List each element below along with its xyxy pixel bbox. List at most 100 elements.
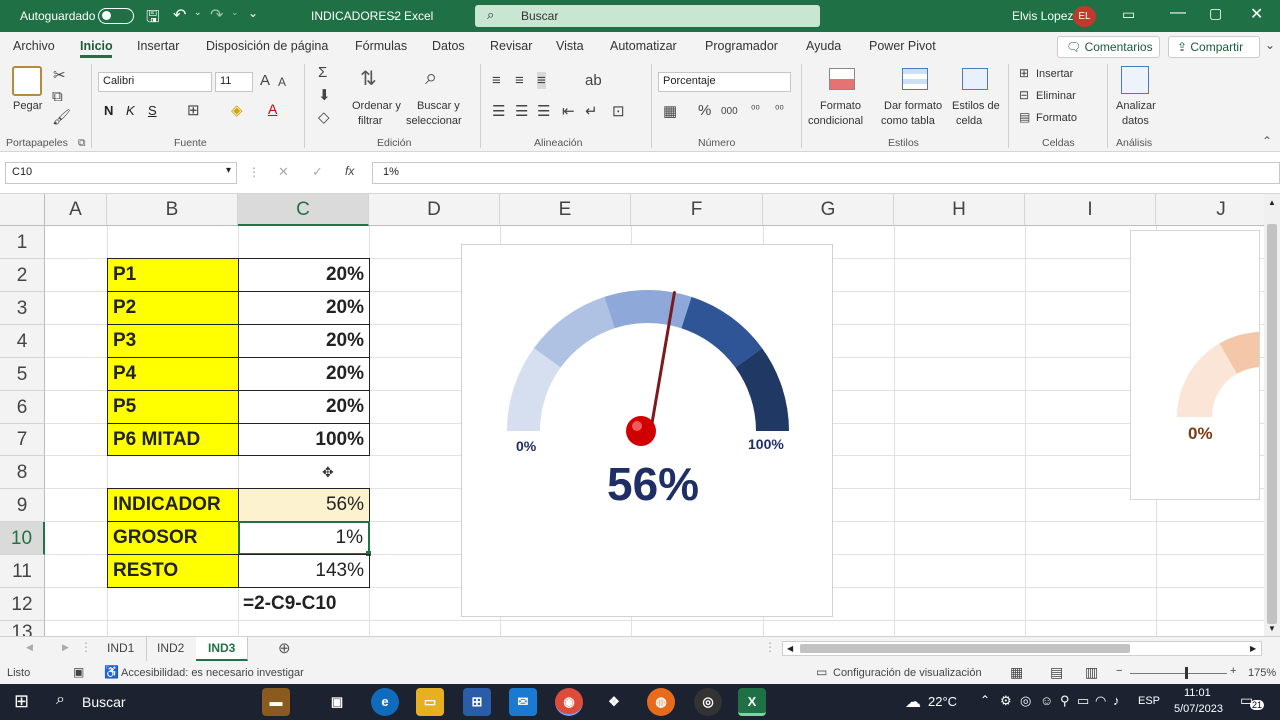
obs-icon[interactable]: ◎ <box>694 688 722 716</box>
horizontal-scroll-thumb[interactable] <box>800 644 1130 653</box>
cell-b6[interactable]: P5 <box>107 390 239 424</box>
bold-button[interactable]: N <box>104 103 113 118</box>
next-sheet-icon[interactable]: ▶ <box>62 642 69 653</box>
cond-format-label[interactable]: Formato <box>820 100 861 112</box>
col-header-g[interactable]: G <box>763 194 894 226</box>
autosum-icon[interactable]: Σ <box>318 64 327 81</box>
tab-archivo[interactable]: Archivo <box>13 39 55 53</box>
zoom-level[interactable]: 175% <box>1248 667 1276 679</box>
normal-view-icon[interactable]: ▦ <box>1010 664 1023 681</box>
vertical-scroll-thumb[interactable] <box>1267 224 1277 624</box>
sheet-tab-ind3[interactable]: IND3 <box>196 637 249 661</box>
firefox-icon[interactable]: ◍ <box>647 688 675 716</box>
cell-b11[interactable]: RESTO <box>107 554 239 588</box>
analyze-data-icon[interactable] <box>1121 66 1149 94</box>
share-dropdown-icon[interactable]: ⌄ <box>1265 38 1275 52</box>
cell-b7[interactable]: P6 MITAD <box>107 423 239 456</box>
display-settings-icon[interactable]: ▭ <box>816 665 827 679</box>
scroll-right-icon[interactable]: ▶ <box>1250 644 1256 653</box>
tab-inicio[interactable]: Inicio <box>80 39 113 53</box>
tray-icon[interactable]: ⚲ <box>1060 693 1070 709</box>
copy-icon[interactable]: ⧉ <box>52 88 63 105</box>
row-header-11[interactable]: 11 <box>0 555 45 588</box>
cell-c10[interactable]: 1% <box>238 521 370 555</box>
taskbar-search-icon[interactable]: ⌕ <box>56 691 65 709</box>
format-table-icon[interactable] <box>902 68 928 90</box>
redo-dropdown-icon[interactable]: ⌄ <box>231 7 239 18</box>
zoom-out-icon[interactable]: − <box>1116 665 1122 677</box>
tab-vista[interactable]: Vista <box>556 39 584 53</box>
select-all-corner[interactable] <box>0 194 45 226</box>
underline-button[interactable]: S <box>148 103 157 118</box>
col-header-i[interactable]: I <box>1025 194 1156 226</box>
cell-c9[interactable]: 56% <box>238 488 370 522</box>
tab-revisar[interactable]: Revisar <box>490 39 532 53</box>
number-format-dropdown[interactable]: Porcentaje <box>658 72 791 92</box>
col-header-d[interactable]: D <box>369 194 500 226</box>
task-view-icon[interactable]: ▣ <box>323 688 351 716</box>
sheet-tab-ind1[interactable]: IND1 <box>95 637 148 661</box>
chrome-icon[interactable]: ◉ <box>555 688 583 716</box>
undo-icon[interactable]: ↶ <box>173 5 186 25</box>
sort-filter-icon[interactable]: ⇅ <box>360 66 377 91</box>
enter-icon[interactable]: ✓ <box>312 164 323 180</box>
display-settings-label[interactable]: Configuración de visualización <box>833 667 982 679</box>
row-header-8[interactable]: 8 <box>0 456 45 489</box>
merge-icon[interactable]: ⊡ <box>612 102 625 120</box>
format-table-label-2[interactable]: como tabla <box>881 115 935 127</box>
insert-cells-icon[interactable]: ⊞ <box>1019 66 1029 80</box>
align-top-icon[interactable]: ≡ <box>492 72 501 89</box>
cut-icon[interactable]: ✂ <box>53 66 66 84</box>
fill-color-icon[interactable]: ◈ <box>231 101 243 119</box>
user-name[interactable]: Elvis Lopez <box>1012 9 1073 23</box>
font-name-dropdown[interactable]: Calibri <box>98 72 212 92</box>
tab-power-pivot[interactable]: Power Pivot <box>869 39 936 53</box>
avatar[interactable]: EL <box>1073 6 1096 27</box>
decrease-decimal-icon[interactable]: ⁰⁰ <box>775 103 784 116</box>
row-header-13[interactable]: 13 <box>0 621 45 636</box>
cell-c2[interactable]: 20% <box>238 258 370 292</box>
cell-c7[interactable]: 100% <box>238 423 370 456</box>
delete-label[interactable]: Eliminar <box>1036 90 1076 102</box>
clear-icon[interactable]: ◇ <box>318 108 330 126</box>
col-header-a[interactable]: A <box>45 194 107 226</box>
row-header-1[interactable]: 1 <box>0 226 45 259</box>
row-header-5[interactable]: 5 <box>0 358 45 391</box>
col-header-e[interactable]: E <box>500 194 631 226</box>
col-header-j[interactable]: J <box>1156 194 1264 226</box>
find-icon[interactable]: ⌕ <box>425 64 437 90</box>
volume-icon[interactable]: ♪ <box>1113 693 1120 708</box>
tab-datos[interactable]: Datos <box>432 39 465 53</box>
weather-icon[interactable]: ☁ <box>905 692 921 712</box>
windows-start-icon[interactable]: ⊞ <box>14 691 29 712</box>
find-select-label-2[interactable]: seleccionar <box>406 115 462 127</box>
col-header-b[interactable]: B <box>107 194 238 226</box>
folder-icon[interactable]: ▭ <box>416 688 444 716</box>
store-icon[interactable]: ⊞ <box>463 688 491 716</box>
analyze-label-2[interactable]: datos <box>1122 115 1149 127</box>
clipboard-launcher-icon[interactable]: ⧉ <box>78 137 86 150</box>
maximize-icon[interactable]: ▢ <box>1209 5 1222 22</box>
row-header-10[interactable]: 10 <box>0 522 45 555</box>
orientation-icon[interactable]: ab <box>585 72 602 89</box>
find-select-label[interactable]: Buscar y <box>417 100 460 112</box>
accessibility-status[interactable]: Accesibilidad: es necesario investigar <box>121 667 304 679</box>
tab-disposicion[interactable]: Disposición de página <box>206 39 328 53</box>
vertical-scrollbar[interactable]: ▲ ▼ <box>1264 194 1280 636</box>
split-handle-icon[interactable]: ⋮ <box>764 640 776 654</box>
name-box[interactable]: C10 ▾ <box>5 162 237 184</box>
cell-c3[interactable]: 20% <box>238 291 370 325</box>
more-sheets-icon[interactable]: ⋮ <box>80 640 92 654</box>
decrease-font-icon[interactable]: A <box>278 75 286 89</box>
font-size-dropdown[interactable]: 11 <box>215 72 253 92</box>
customize-toolbar-icon[interactable]: ⌄ <box>248 6 258 20</box>
scroll-down-icon[interactable]: ▼ <box>1268 624 1276 633</box>
prev-sheet-icon[interactable]: ◀ <box>26 642 33 653</box>
col-header-h[interactable]: H <box>894 194 1025 226</box>
cancel-icon[interactable]: ✕ <box>278 164 289 180</box>
row-header-7[interactable]: 7 <box>0 424 45 456</box>
delete-cells-icon[interactable]: ⊟ <box>1019 88 1029 102</box>
cell-b9[interactable]: INDICADOR <box>107 488 239 522</box>
tray-icon[interactable]: ☺ <box>1040 693 1053 708</box>
row-header-2[interactable]: 2 <box>0 259 45 292</box>
